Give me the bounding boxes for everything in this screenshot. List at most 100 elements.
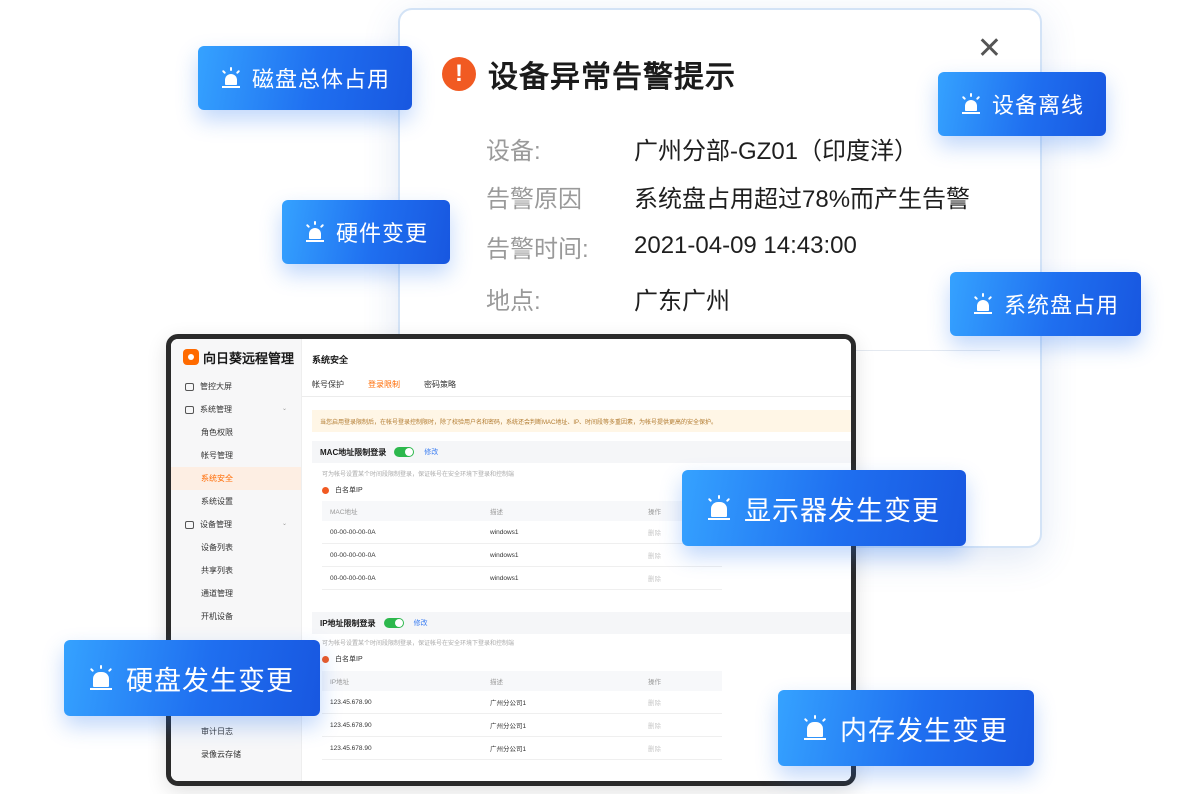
desc-cell: windows1 bbox=[490, 574, 519, 582]
gear-icon bbox=[185, 405, 194, 414]
sidebar-item[interactable]: 系统安全 bbox=[171, 467, 301, 490]
alert-title: 设备异常告警提示 bbox=[488, 61, 736, 94]
alarm-icon bbox=[972, 293, 994, 315]
sidebar-item-label: 通道管理 bbox=[201, 589, 233, 598]
mac-section-label: MAC地址限制登录 bbox=[320, 447, 387, 457]
divider bbox=[302, 396, 851, 397]
delete-link[interactable]: 删除 bbox=[648, 697, 722, 707]
sidebar-item-label: 系统管理 bbox=[200, 405, 232, 414]
sidebar-item-label: 设备列表 bbox=[201, 543, 233, 552]
sidebar-item[interactable]: 帐号管理 bbox=[171, 444, 301, 467]
desc-cell: windows1 bbox=[490, 528, 519, 536]
alert-row-value: 广州分部-GZ01（印度洋） bbox=[634, 137, 919, 165]
sidebar-item[interactable]: 设备管理 ⌄ bbox=[171, 513, 301, 536]
sidebar-item-label: 开机设备 bbox=[201, 612, 233, 621]
table-header: IP地址 描述 操作 bbox=[322, 671, 722, 691]
ip-edit-link[interactable]: 修改 bbox=[414, 618, 428, 628]
tab-login-restriction[interactable]: 登录限制 bbox=[368, 379, 400, 397]
column-header: 操作 bbox=[648, 679, 661, 686]
notice-banner: 当您启用登录限制后，在帐号登录控制限时，除了校验用户名和密码，系统还会判断MAC… bbox=[312, 410, 851, 432]
sidebar-item[interactable]: 系统管理 ⌄ bbox=[171, 398, 301, 421]
alert-row-label: 地点: bbox=[486, 287, 541, 315]
tab-password-policy[interactable]: 密码策略 bbox=[424, 379, 456, 397]
tag-label: 内存发生变更 bbox=[840, 715, 1008, 746]
delete-link[interactable]: 删除 bbox=[648, 720, 722, 730]
sidebar-item-label: 帐号管理 bbox=[201, 451, 233, 460]
alert-row-label: 设备: bbox=[486, 137, 541, 165]
sidebar-item[interactable]: 设备列表 bbox=[171, 536, 301, 559]
close-icon[interactable]: ✕ bbox=[977, 34, 1002, 64]
alert-row-device: 设备: 广州分部-GZ01（印度洋） bbox=[486, 130, 918, 166]
table-row: 123.45.678.90 广州分公司1 删除 bbox=[322, 714, 722, 737]
mac-cell: 00-00-00-00-0A bbox=[330, 574, 376, 582]
alarm-icon bbox=[706, 495, 732, 521]
page-title: 系统安全 bbox=[312, 355, 349, 365]
tag-harddisk-change: 硬盘发生变更 bbox=[64, 640, 320, 716]
brand: 向日葵远程管理 bbox=[171, 339, 301, 375]
delete-link[interactable]: 删除 bbox=[648, 550, 722, 560]
whitelist-dot-icon bbox=[322, 655, 329, 663]
tag-hardware-change: 硬件变更 bbox=[282, 200, 451, 264]
desc-cell: windows1 bbox=[490, 551, 519, 559]
tag-label: 磁盘总体占用 bbox=[252, 67, 391, 92]
tag-device-offline: 设备离线 bbox=[938, 72, 1107, 136]
sidebar-item[interactable]: 角色权限 bbox=[171, 421, 301, 444]
desc-cell: 广州分公司1 bbox=[490, 700, 527, 707]
tag-monitor-change: 显示器发生变更 bbox=[682, 470, 966, 546]
sidebar-item-label: 共享列表 bbox=[201, 566, 233, 575]
ip-restriction-toggle[interactable] bbox=[383, 618, 404, 628]
ip-hint: 可为帐号设置某个时间段限制登录，保证帐号在安全环境下登录和控制端 bbox=[322, 641, 515, 647]
ip-section-header: IP地址限制登录 修改 bbox=[312, 612, 851, 634]
mac-whitelist-title: 白名单IP bbox=[322, 485, 363, 495]
column-header: 描述 bbox=[490, 679, 503, 686]
delete-link[interactable]: 删除 bbox=[648, 573, 722, 583]
whitelist-label: 白名单IP bbox=[335, 656, 363, 663]
ip-cell: 123.45.678.90 bbox=[330, 698, 372, 706]
sidebar-item[interactable]: 开机设备 bbox=[171, 605, 301, 628]
alert-row-value: 广东广州 bbox=[634, 287, 730, 315]
column-header: 描述 bbox=[490, 509, 503, 516]
table-row: 00-00-00-00-0A windows1 删除 bbox=[322, 544, 722, 567]
alert-row-value: 系统盘占用超过78%而产生告警 bbox=[634, 185, 971, 213]
desc-cell: 广州分公司1 bbox=[490, 723, 527, 730]
main-content: 系统安全 帐号保护 登录限制 密码策略 当您启用登录限制后，在帐号登录控制限时，… bbox=[302, 339, 851, 781]
sidebar-item[interactable]: 系统设置 bbox=[171, 490, 301, 513]
table-row: 00-00-00-00-0A windows1 删除 bbox=[322, 521, 722, 544]
alert-row-value: 2021-04-09 14:43:00 bbox=[634, 232, 857, 259]
alert-header: ! 设备异常告警提示 bbox=[442, 52, 736, 96]
sidebar-item-label: 管控大屏 bbox=[200, 382, 232, 391]
column-header: MAC地址 bbox=[330, 509, 358, 516]
whitelist-label: 白名单IP bbox=[335, 487, 363, 494]
mac-restriction-toggle[interactable] bbox=[394, 447, 415, 457]
sidebar-item[interactable]: 通道管理 bbox=[171, 582, 301, 605]
sidebar-item[interactable]: 录像云存储 bbox=[171, 743, 301, 766]
alert-row-time: 告警时间: 2021-04-09 14:43:00 bbox=[486, 228, 857, 264]
sidebar-item[interactable]: 管控大屏 bbox=[171, 375, 301, 398]
ip-section-label: IP地址限制登录 bbox=[320, 618, 376, 628]
device-icon bbox=[185, 520, 194, 529]
mac-edit-link[interactable]: 修改 bbox=[424, 447, 438, 457]
chevron-down-icon: ⌄ bbox=[281, 521, 287, 527]
tag-label: 硬件变更 bbox=[336, 221, 429, 246]
alarm-icon bbox=[88, 665, 114, 691]
tag-label: 显示器发生变更 bbox=[744, 495, 940, 526]
delete-link[interactable]: 删除 bbox=[648, 743, 722, 753]
sidebar-item-label: 设备管理 bbox=[200, 520, 232, 529]
sidebar-item[interactable]: 审计日志 bbox=[171, 720, 301, 743]
table-row: 123.45.678.90 广州分公司1 删除 bbox=[322, 737, 722, 760]
sidebar-item[interactable]: 共享列表 bbox=[171, 559, 301, 582]
alarm-icon bbox=[220, 67, 242, 89]
whitelist-dot-icon bbox=[322, 486, 329, 494]
logo-icon bbox=[183, 349, 199, 365]
sidebar-item-label: 录像云存储 bbox=[201, 750, 241, 759]
alarm-icon bbox=[802, 715, 828, 741]
alert-row-location: 地点: 广东广州 bbox=[486, 280, 730, 316]
tag-memory-change: 内存发生变更 bbox=[778, 690, 1034, 766]
exclamation-icon: ! bbox=[442, 57, 476, 91]
column-header: IP地址 bbox=[330, 679, 350, 686]
device-frame: 向日葵远程管理 管控大屏 系统管理 ⌄ 角色权限 帐号管理 系统安全 系统设置 设备管理 ⌄ 设备… bbox=[166, 334, 856, 786]
sidebar-item-label: 审计日志 bbox=[201, 727, 233, 736]
tab-account-protection[interactable]: 帐号保护 bbox=[312, 379, 344, 397]
ip-cell: 123.45.678.90 bbox=[330, 744, 372, 752]
table-row: 00-00-00-00-0A windows1 删除 bbox=[322, 567, 722, 590]
